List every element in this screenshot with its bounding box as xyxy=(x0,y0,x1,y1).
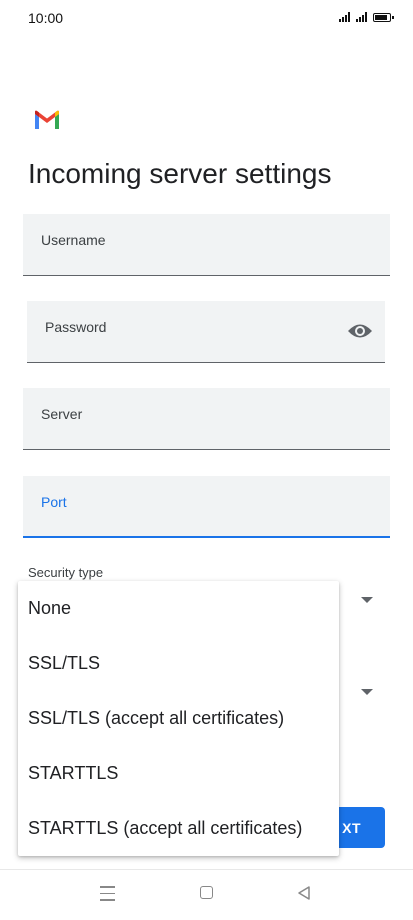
signal-icon xyxy=(356,12,367,22)
menu-item-ssl-tls-accept-all[interactable]: SSL/TLS (accept all certificates) xyxy=(18,691,339,746)
page-title: Incoming server settings xyxy=(28,158,332,189)
port-label: Port xyxy=(41,494,67,510)
menu-item-none[interactable]: None xyxy=(18,581,339,636)
home-icon[interactable] xyxy=(200,886,213,899)
server-field[interactable]: Server xyxy=(23,388,390,450)
back-icon[interactable] xyxy=(296,885,312,901)
security-type-label: Security type xyxy=(28,565,104,580)
password-field[interactable]: Password xyxy=(27,301,385,363)
chevron-down-icon[interactable] xyxy=(361,689,373,695)
status-bar: 10:00 xyxy=(0,0,413,36)
status-icons xyxy=(339,12,394,22)
username-label: Username xyxy=(41,232,106,248)
menu-item-starttls[interactable]: STARTTLS xyxy=(18,746,339,801)
chevron-down-icon[interactable] xyxy=(361,597,373,603)
menu-item-starttls-accept-all[interactable]: STARTTLS (accept all certificates) xyxy=(18,801,339,856)
battery-icon xyxy=(373,13,394,22)
menu-item-ssl-tls[interactable]: SSL/TLS xyxy=(18,636,339,691)
port-field[interactable]: Port xyxy=(23,476,390,538)
status-time: 10:00 xyxy=(28,10,64,26)
eye-icon[interactable] xyxy=(347,321,373,341)
gmail-logo xyxy=(35,110,59,129)
security-type-menu: None SSL/TLS SSL/TLS (accept all certifi… xyxy=(18,581,339,856)
next-label: XT xyxy=(342,819,361,836)
signal-icon xyxy=(339,12,350,22)
server-label: Server xyxy=(41,406,83,422)
menu-icon[interactable] xyxy=(100,886,115,906)
navigation-bar xyxy=(0,869,413,920)
password-label: Password xyxy=(45,319,107,335)
username-field[interactable]: Username xyxy=(23,214,390,276)
